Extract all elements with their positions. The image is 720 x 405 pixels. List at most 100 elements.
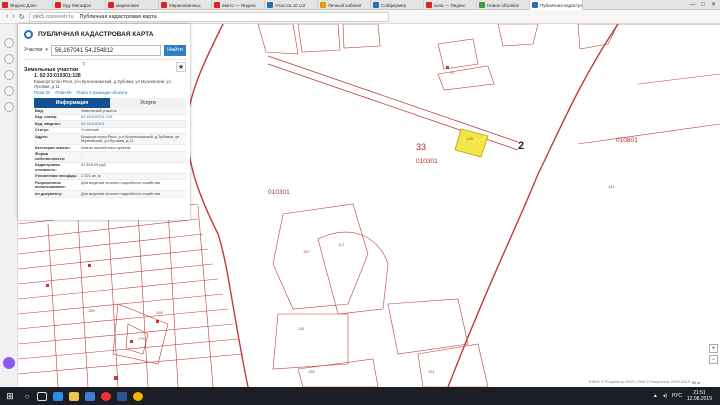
tab-favicon-icon — [267, 2, 273, 8]
info-value[interactable]: 02:33:010301 — [80, 121, 186, 127]
tab-label: Личный кабинет — [328, 2, 362, 8]
label-parcel-157: 157 — [303, 249, 310, 254]
info-key: Вид: — [35, 107, 44, 113]
layer-name: Земельные участки — [24, 66, 79, 73]
star-icon[interactable]: ★ — [176, 61, 186, 72]
info-key: Кад. квартал: — [35, 120, 61, 126]
url-field[interactable]: pkk5.rosreestr.ru Публичная кадастровая … — [28, 11, 389, 22]
language-indicator[interactable]: РУС — [672, 393, 682, 399]
search-type-select[interactable]: Участки — [24, 47, 42, 53]
tab-favicon-icon — [108, 2, 114, 8]
search-button[interactable]: Найти — [164, 44, 186, 56]
alice-assistant-icon[interactable] — [3, 357, 15, 369]
sidebar-music-icon[interactable] — [4, 70, 14, 80]
info-key: Разрешенное использование: — [35, 179, 66, 189]
browser-tab[interactable]: авито — Яндекс — [212, 0, 265, 10]
tab-favicon-icon — [2, 2, 8, 8]
browser-tab[interactable]: кола — Яндекс — [424, 0, 477, 10]
sidebar-settings-icon[interactable] — [4, 102, 14, 112]
label-parcel-141: 141 — [608, 184, 615, 189]
selected-parcel[interactable] — [454, 128, 489, 158]
label-parcel-116: 116 — [298, 326, 305, 331]
edge-icon[interactable] — [50, 387, 66, 405]
info-key: Уточненная площадь: — [35, 173, 78, 178]
tab-favicon-icon — [55, 2, 61, 8]
task-view-icon[interactable] — [34, 387, 50, 405]
tab-label: Яндекс.Дзен — [10, 2, 37, 8]
info-row: Форма собственности: - — [34, 151, 186, 163]
browser-tab[interactable]: Маринованных — [159, 0, 212, 10]
search-in-bounds-link[interactable]: Поиск в границах объекта — [77, 90, 128, 95]
label-parcel-131: 131 — [428, 369, 435, 374]
info-value[interactable]: 02:33:010301:128 — [80, 114, 186, 121]
browser-tab[interactable]: Публичная кадастровая — [530, 0, 583, 10]
layer-count: 1 — [82, 60, 85, 66]
tab-information[interactable]: Информация — [34, 98, 110, 108]
url-page-title: Публичная кадастровая карта — [79, 13, 157, 20]
info-table: Вид: Земельный участок Кад. номер: 02:33:01… — [34, 108, 186, 198]
search-result[interactable]: 1. 02:33:010301:128 Башкортостан Респ, р… — [34, 73, 186, 95]
word-icon[interactable] — [114, 387, 130, 405]
chevron-down-icon[interactable]: ▾ — [45, 47, 48, 53]
back-icon[interactable]: ‹ — [6, 13, 8, 20]
browser-tab[interactable]: Egy Мегафон — [53, 0, 106, 10]
info-key: Форма собственности: — [35, 151, 66, 161]
tab-label: авито — Яндекс — [222, 2, 257, 8]
info-row: Кадастровая стоимость: 57 818,99 руб. — [34, 162, 186, 174]
minimize-icon[interactable]: — — [689, 2, 695, 8]
info-row: Разрешенное использование: Для ведения ли… — [34, 180, 186, 191]
sidebar-history-icon[interactable] — [4, 86, 14, 96]
zoom-in-button[interactable]: + — [709, 344, 718, 353]
tab-label: кола — Яндекс — [434, 2, 466, 8]
explorer-icon[interactable] — [66, 387, 82, 405]
info-row: Адрес: Башкортостан Респ, р-н Краснокамск… — [34, 134, 186, 145]
sidebar-mail-icon[interactable] — [4, 54, 14, 64]
panel-title: ПУБЛИЧНАЯ КАДАСТРОВАЯ КАРТА — [38, 30, 154, 38]
tab-label: Собфермер — [381, 2, 407, 8]
rosreestr-logo-icon — [24, 29, 33, 39]
forward-icon[interactable]: › — [12, 13, 14, 20]
browser-tab[interactable]: мариновае — [106, 0, 159, 10]
info-key: Категория земель: — [35, 144, 71, 150]
browser-tab[interactable]: Собфермер — [371, 0, 424, 10]
tab-services[interactable]: Услуги — [110, 98, 186, 108]
browser-tab[interactable]: Яндекс.Дзен — [0, 0, 53, 10]
label-quarter-33: 33 — [416, 142, 427, 152]
browser-tab[interactable]: Личный кабинет — [318, 0, 371, 10]
store-icon[interactable] — [82, 387, 98, 405]
info-key: по документу: — [35, 190, 63, 196]
windows-taskbar: ⊞ ○ ▲ ◂) РУС 21:51 12.08.2019 — [0, 387, 720, 405]
clock-date: 12.08.2019 — [686, 396, 712, 402]
zoom-out-button[interactable]: − — [709, 355, 718, 364]
yandex-browser-icon[interactable] — [98, 387, 114, 405]
volume-icon[interactable]: ◂) — [663, 393, 667, 399]
clock[interactable]: 21:51 12.08.2019 — [687, 390, 712, 402]
chrome-icon[interactable] — [130, 387, 146, 405]
tab-favicon-icon — [214, 2, 220, 8]
info-value: Земли населённых пунктов — [81, 144, 131, 150]
browser-tab[interactable]: Новое объявле — [477, 0, 530, 10]
tab-favicon-icon — [320, 2, 326, 8]
tab-favicon-icon — [532, 2, 538, 8]
browser-tab[interactable]: Участок 10 сот — [265, 0, 318, 10]
tab-label: мариновае — [116, 2, 139, 8]
windows-start-icon[interactable]: ⊞ — [0, 387, 20, 405]
search-icon[interactable]: ○ — [20, 387, 34, 405]
cadastral-info-panel: ПУБЛИЧНАЯ КАДАСТРОВАЯ КАРТА Участки ▾ 56… — [18, 24, 190, 220]
info-value: Для ведения личного подсобного хозяйства — [81, 179, 161, 185]
maximize-icon[interactable]: □ — [701, 2, 705, 8]
network-icon[interactable]: ▲ — [653, 393, 658, 399]
sidebar-home-icon[interactable] — [4, 38, 14, 48]
plan-kk-link[interactable]: План КК — [55, 90, 71, 95]
address-bar: ‹ › ↻ pkk5.rosreestr.ru Публичная кадаст… — [0, 10, 720, 24]
tab-favicon-icon — [479, 2, 485, 8]
reload-icon[interactable]: ↻ — [19, 13, 25, 21]
label-parcel-91: 91 — [450, 70, 455, 75]
label-quarter-010801: 010801 — [616, 137, 638, 144]
close-icon[interactable]: ✕ — [711, 1, 716, 8]
plan-zu-link[interactable]: План ЗУ — [34, 90, 50, 95]
result-address: Башкортостан Респ, р-н Краснокамский, д … — [34, 79, 171, 89]
tab-label: Маринованных — [169, 2, 201, 8]
tab-label: Egy Мегафон — [63, 2, 92, 8]
search-input[interactable]: 56,167041 54,254812 — [50, 44, 161, 56]
